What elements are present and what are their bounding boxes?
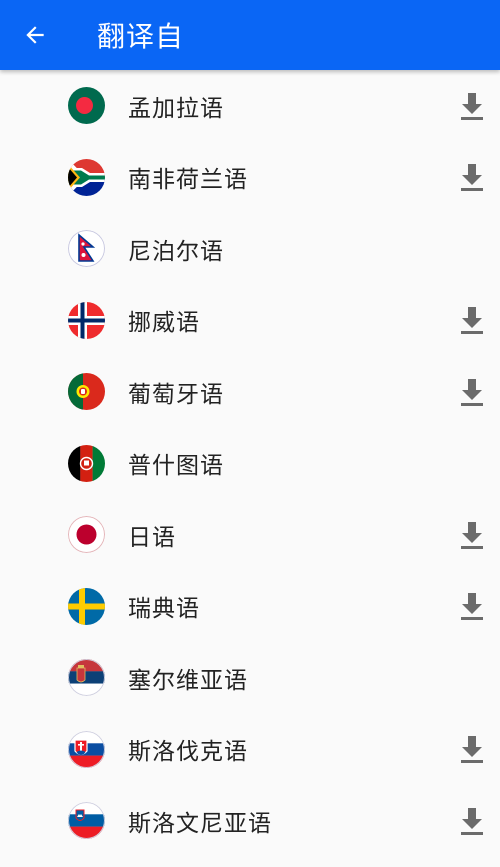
list-item-portuguese[interactable]: 葡萄牙语 — [0, 356, 500, 428]
language-label: 孟加拉语 — [128, 95, 224, 122]
sweden-flag-icon — [68, 587, 105, 625]
list-item-pashto[interactable]: 普什图语 — [0, 428, 500, 500]
south-africa-flag-icon — [68, 158, 105, 196]
arrow-left-icon — [26, 26, 44, 44]
language-label: 挪威语 — [128, 310, 200, 337]
language-list: 孟加拉语 南非荷兰语 尼泊尔语 挪威语 葡萄牙语 普什图语 日语 瑞典语 塞尔维… — [0, 70, 500, 867]
list-item-slovenian[interactable]: 斯洛文尼亚语 — [0, 785, 500, 857]
slovakia-flag-icon — [68, 730, 105, 768]
japan-flag-icon — [68, 516, 105, 554]
language-label: 日语 — [128, 524, 176, 551]
slovenia-flag-icon — [68, 802, 105, 840]
language-label: 斯洛伐克语 — [128, 739, 248, 766]
download-icon[interactable] — [459, 734, 485, 764]
language-label: 普什图语 — [128, 453, 224, 480]
portugal-flag-icon — [68, 373, 105, 411]
download-icon[interactable] — [459, 377, 485, 407]
download-icon[interactable] — [459, 591, 485, 621]
language-label: 瑞典语 — [128, 596, 200, 623]
download-icon[interactable] — [459, 305, 485, 335]
list-item-bengali[interactable]: 孟加拉语 — [0, 70, 500, 142]
language-label: 斯洛文尼亚语 — [128, 810, 272, 837]
download-icon[interactable] — [459, 91, 485, 121]
serbia-flag-icon — [68, 659, 105, 697]
download-icon[interactable] — [459, 520, 485, 550]
list-item-nepali[interactable]: 尼泊尔语 — [0, 213, 500, 285]
language-label: 南非荷兰语 — [128, 167, 248, 194]
bangladesh-flag-icon — [68, 87, 105, 125]
list-item-swedish[interactable]: 瑞典语 — [0, 571, 500, 643]
list-item-slovak[interactable]: 斯洛伐克语 — [0, 714, 500, 786]
list-item-norwegian[interactable]: 挪威语 — [0, 285, 500, 357]
list-item-japanese[interactable]: 日语 — [0, 499, 500, 571]
list-item-afrikaans[interactable]: 南非荷兰语 — [0, 142, 500, 214]
language-label: 塞尔维亚语 — [128, 667, 248, 694]
app-bar: 翻译自 — [0, 0, 500, 70]
language-label: 葡萄牙语 — [128, 381, 224, 408]
back-button[interactable] — [0, 0, 70, 70]
download-icon[interactable] — [459, 162, 485, 192]
norway-flag-icon — [68, 301, 105, 339]
nepal-flag-icon — [68, 230, 105, 268]
page-title: 翻译自 — [97, 20, 185, 53]
list-item-serbian[interactable]: 塞尔维亚语 — [0, 642, 500, 714]
language-label: 尼泊尔语 — [128, 238, 224, 265]
download-icon[interactable] — [459, 806, 485, 836]
afghanistan-flag-icon — [68, 444, 105, 482]
